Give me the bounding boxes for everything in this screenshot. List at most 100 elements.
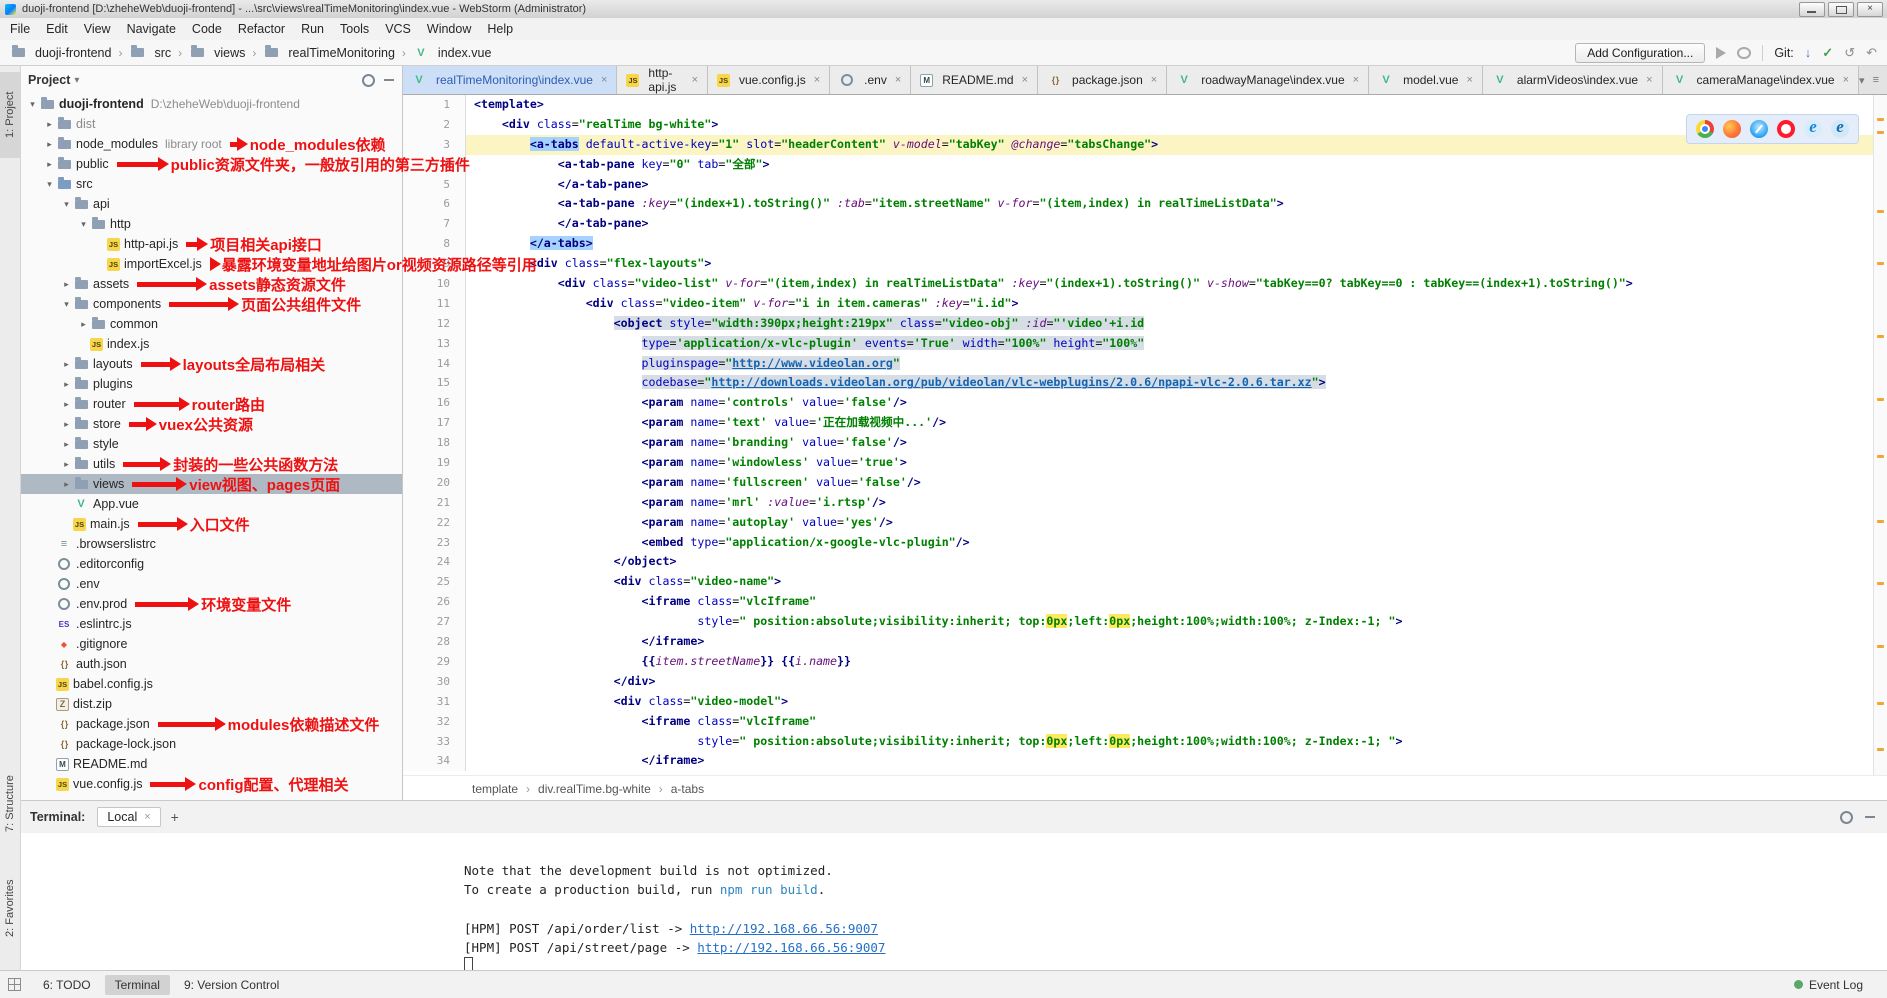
code-text[interactable]: <div class="flex-layouts"> — [466, 254, 1874, 274]
firefox-browser-icon[interactable] — [1723, 120, 1741, 138]
tree-item-.editorconfig[interactable]: .editorconfig — [20, 554, 402, 574]
menu-tools[interactable]: Tools — [332, 19, 377, 39]
tree-item-.env.prod[interactable]: .env.prod环境变量文件 — [20, 594, 402, 614]
chevron-right-icon[interactable]: ▸ — [60, 439, 73, 450]
close-tab-icon[interactable]: × — [1843, 74, 1849, 86]
tree-item-store[interactable]: ▸storevuex公共资源 — [20, 414, 402, 434]
code-text[interactable]: codebase="http://downloads.videolan.org/… — [466, 373, 1874, 393]
tree-item-components[interactable]: ▾components页面公共组件文件 — [20, 294, 402, 314]
menu-code[interactable]: Code — [184, 19, 230, 39]
tree-item-package.json[interactable]: { }package.jsonmodules依赖描述文件 — [20, 714, 402, 734]
code-text[interactable]: <div class="video-item" v-for="i in item… — [466, 294, 1874, 314]
stripe-mark-icon[interactable] — [1877, 520, 1884, 523]
tree-item-common[interactable]: ▸common — [20, 314, 402, 334]
chrome-browser-icon[interactable] — [1696, 120, 1714, 138]
tree-item-babel.config.js[interactable]: JSbabel.config.js — [20, 674, 402, 694]
code-line-34[interactable]: 34 </iframe> — [402, 751, 1874, 771]
tree-item-plugins[interactable]: ▸plugins — [20, 374, 402, 394]
history-icon[interactable]: ↺ — [1844, 45, 1855, 61]
tree-item-.gitignore[interactable]: ◆.gitignore — [20, 634, 402, 654]
close-tab-icon[interactable]: × — [1646, 74, 1652, 86]
tree-item-vue.config.js[interactable]: JSvue.config.jsconfig配置、代理相关 — [20, 774, 402, 794]
tool-button-project[interactable]: 1: Project — [0, 72, 20, 158]
code-text[interactable]: </div> — [466, 672, 1874, 692]
close-tab-icon[interactable]: × — [1353, 74, 1359, 86]
code-text[interactable]: <a-tabs default-active-key="1" slot="hea… — [466, 135, 1874, 155]
code-line-9[interactable]: 9 <div class="flex-layouts"> — [402, 254, 1874, 274]
git-commit-icon[interactable]: ✓ — [1822, 45, 1833, 61]
code-text[interactable]: {{item.streetName}} {{i.name}} — [466, 652, 1874, 672]
chevron-right-icon[interactable]: ▸ — [60, 359, 73, 370]
stripe-mark-icon[interactable] — [1877, 748, 1884, 751]
menu-view[interactable]: View — [76, 19, 119, 39]
stripe-mark-icon[interactable] — [1877, 210, 1884, 213]
rollback-icon[interactable]: ↶ — [1866, 45, 1877, 61]
code-text[interactable]: <div class="video-model"> — [466, 692, 1874, 712]
code-text[interactable]: <object style="width:390px;height:219px"… — [466, 314, 1874, 334]
close-tab-icon[interactable]: × — [1151, 74, 1157, 86]
tree-item-package-lock.json[interactable]: { }package-lock.json — [20, 734, 402, 754]
code-line-13[interactable]: 13 type='application/x-vlc-plugin' event… — [402, 334, 1874, 354]
code-text[interactable]: <param name='windowless' value='true'> — [466, 453, 1874, 473]
tree-item-main.js[interactable]: JSmain.js入口文件 — [20, 514, 402, 534]
settings-gear-icon[interactable] — [362, 74, 375, 87]
tree-item-node_modules[interactable]: ▸node_moduleslibrary rootnode_modules依赖 — [20, 134, 402, 154]
code-text[interactable]: type='application/x-vlc-plugin' events='… — [466, 334, 1874, 354]
statusbar-terminal[interactable]: Terminal — [105, 975, 170, 995]
code-text[interactable]: <param name='text' value='正在加载视频中...'/> — [466, 413, 1874, 433]
terminal-link[interactable]: http://192.168.66.56:9007 — [697, 940, 885, 955]
code-line-18[interactable]: 18 <param name='branding' value='false'/… — [402, 433, 1874, 453]
chevron-down-icon[interactable]: ▾ — [77, 219, 90, 230]
stripe-mark-icon[interactable] — [1877, 131, 1884, 134]
code-text[interactable]: </a-tab-pane> — [466, 175, 1874, 195]
menu-run[interactable]: Run — [293, 19, 332, 39]
chevron-right-icon[interactable]: ▸ — [60, 379, 73, 390]
code-line-25[interactable]: 25 <div class="video-name"> — [402, 572, 1874, 592]
close-tab-icon[interactable]: × — [692, 74, 698, 86]
stripe-mark-icon[interactable] — [1877, 582, 1884, 585]
tree-item-App.vue[interactable]: VApp.vue — [20, 494, 402, 514]
menu-window[interactable]: Window — [419, 19, 479, 39]
tree-item-auth.json[interactable]: { }auth.json — [20, 654, 402, 674]
code-line-8[interactable]: 8 </a-tabs> — [402, 234, 1874, 254]
statusbar-6-todo[interactable]: 6: TODO — [33, 975, 101, 995]
terminal-link[interactable]: http://192.168.66.56:9007 — [690, 921, 878, 936]
code-text[interactable]: style=" position:absolute;visibility:inh… — [466, 612, 1874, 632]
breadcrumb-src[interactable]: src — [129, 46, 171, 60]
code-line-27[interactable]: 27 style=" position:absolute;visibility:… — [402, 612, 1874, 632]
code-line-31[interactable]: 31 <div class="video-model"> — [402, 692, 1874, 712]
chevron-right-icon[interactable]: ▸ — [43, 119, 56, 130]
code-line-30[interactable]: 30 </div> — [402, 672, 1874, 692]
tree-item-utils[interactable]: ▸utils封装的一些公共函数方法 — [20, 454, 402, 474]
editor-tab-alarmVideos\index.vue[interactable]: ValarmVideos\index.vue× — [1483, 66, 1663, 94]
code-line-15[interactable]: 15 codebase="http://downloads.videolan.o… — [402, 373, 1874, 393]
edge-browser-icon[interactable] — [1831, 120, 1849, 138]
code-line-26[interactable]: 26 <iframe class="vlcIframe" — [402, 592, 1874, 612]
code-text[interactable]: </iframe> — [466, 751, 1874, 771]
editor-crumb-div.realTime.bg-white[interactable]: div.realTime.bg-white — [538, 782, 651, 796]
tool-windows-grid-icon[interactable] — [8, 978, 21, 991]
stripe-mark-icon[interactable] — [1877, 262, 1884, 265]
breadcrumb-duoji-frontend[interactable]: duoji-frontend — [10, 46, 111, 60]
code-text[interactable]: <embed type="application/x-google-vlc-pl… — [466, 533, 1874, 553]
chevron-down-icon[interactable]: ▾ — [60, 199, 73, 210]
breadcrumb-realTimeMonitoring[interactable]: realTimeMonitoring — [263, 46, 395, 60]
chevron-right-icon[interactable]: ▸ — [60, 279, 73, 290]
stripe-mark-icon[interactable] — [1877, 398, 1884, 401]
tab-list-icon[interactable]: ▾ — [1859, 74, 1865, 87]
code-text[interactable]: <a-tab-pane :key="(index+1).toString()" … — [466, 194, 1874, 214]
code-line-7[interactable]: 7 </a-tab-pane> — [402, 214, 1874, 234]
terminal-settings-icon[interactable] — [1840, 811, 1853, 824]
code-text[interactable]: </iframe> — [466, 632, 1874, 652]
code-line-2[interactable]: 2 <div class="realTime bg-white"> — [402, 115, 1874, 135]
close-tab-icon[interactable]: × — [601, 74, 607, 86]
code-line-10[interactable]: 10 <div class="video-list" v-for="(item,… — [402, 274, 1874, 294]
chevron-right-icon[interactable]: ▸ — [43, 159, 56, 170]
editor-crumb-template[interactable]: template — [472, 782, 518, 796]
stripe-mark-icon[interactable] — [1877, 118, 1884, 121]
close-button[interactable]: × — [1857, 2, 1883, 17]
editor-tab-package.json[interactable]: { }package.json× — [1038, 66, 1167, 94]
chevron-right-icon[interactable]: ▸ — [43, 139, 56, 150]
code-text[interactable]: </object> — [466, 552, 1874, 572]
run-icon[interactable] — [1716, 47, 1726, 59]
